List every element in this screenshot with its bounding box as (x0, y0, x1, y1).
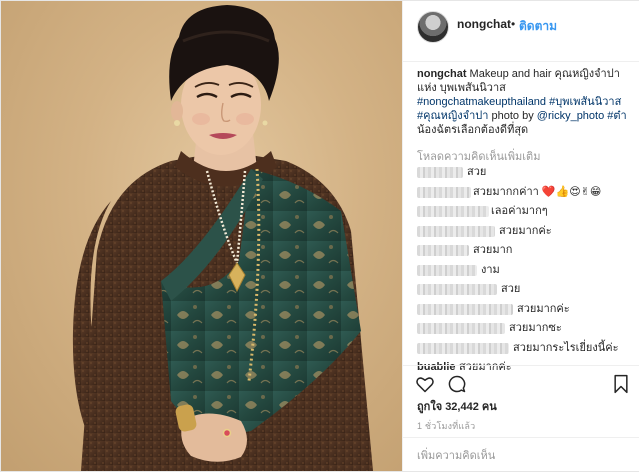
comment-list: สวย สวยมากกค่าา ❤️👍😍✌😁 เลอค่ามากๆ สวยมาก… (417, 163, 633, 378)
blurred-username (417, 245, 469, 256)
comment-text: สวยมากกค่าา ❤️👍😍✌😁 (473, 185, 602, 198)
comment-row: สวยมากระไรเยี่ยงนี้ค่ะ (417, 339, 633, 359)
comment-row: สวยมาก (417, 241, 633, 261)
comment-row: สวย (417, 280, 633, 300)
blurred-username (417, 323, 505, 334)
heart-icon[interactable] (415, 374, 435, 394)
comment-text: สวยมากซะ (509, 322, 562, 334)
caption-text: photo by (488, 110, 537, 122)
bookmark-icon[interactable] (611, 374, 631, 394)
hashtag-link[interactable]: #ต๋า (604, 110, 626, 122)
blurred-username (417, 264, 477, 276)
add-comment-bar (403, 437, 639, 472)
comment-text: เลอค่ามากๆ (491, 205, 548, 217)
comment-row: สวยมากซะ (417, 319, 633, 339)
header-separator: • (511, 17, 516, 31)
comment-row: สวยมากค่ะ (417, 300, 633, 320)
comment-row: สวยมากกค่าา ❤️👍😍✌😁 (417, 183, 633, 203)
follow-button[interactable]: ติดตาม (519, 17, 557, 36)
hashtag-link[interactable]: #nongchatmakeupthailand (417, 96, 546, 108)
post-photo[interactable] (1, 1, 402, 471)
comment-text: สวยมากค่ะ (499, 224, 552, 237)
post-side-panel: nongchat • ติดตาม nongchat Makeup and ha… (402, 1, 639, 471)
post-caption: nongchat Makeup and hair คุณหญิงจำปา แห่… (417, 67, 631, 137)
comment-bubble-icon[interactable] (447, 374, 467, 394)
comment-text: สวยมาก (473, 244, 513, 256)
comment-text: สวย (501, 283, 521, 295)
post-header: nongchat • ติดตาม (403, 1, 639, 62)
mention-link[interactable]: @ricky_photo (537, 110, 604, 122)
comment-row: เลอค่ามากๆ (417, 202, 633, 222)
blurred-username (417, 303, 513, 315)
caption-text: น้องฉัตรเลือกต้องดีที่สุด (417, 124, 529, 136)
comment-row: สวย (417, 163, 633, 183)
hashtag-link[interactable]: #คุณหญิงจำปา (417, 110, 488, 122)
portrait-illustration (72, 5, 373, 471)
blurred-username (417, 225, 495, 237)
blurred-username (417, 284, 497, 295)
comment-text: งาม (481, 263, 500, 276)
comment-row: งาม (417, 261, 633, 281)
avatar[interactable] (417, 11, 449, 43)
blurred-username (417, 186, 471, 198)
header-username[interactable]: nongchat (457, 17, 511, 31)
post-actions-bar (403, 365, 639, 396)
blurred-username (417, 342, 509, 354)
blurred-username (417, 206, 489, 217)
hashtag-link[interactable]: #บุพเพสันนิวาส (546, 96, 621, 108)
comment-text: สวยมากค่ะ (517, 302, 570, 315)
comment-text: สวย (467, 166, 487, 178)
post-timestamp[interactable]: 1 ชั่วโมงที่แล้ว (417, 419, 475, 433)
caption-username[interactable]: nongchat (417, 68, 467, 80)
comment-text: สวยมากระไรเยี่ยงนี้ค่ะ (513, 341, 619, 354)
comment-row: สวยมากค่ะ (417, 222, 633, 242)
blurred-username (417, 167, 463, 178)
likes-count[interactable]: ถูกใจ 32,442 คน (417, 397, 497, 415)
add-comment-input[interactable] (415, 446, 619, 466)
